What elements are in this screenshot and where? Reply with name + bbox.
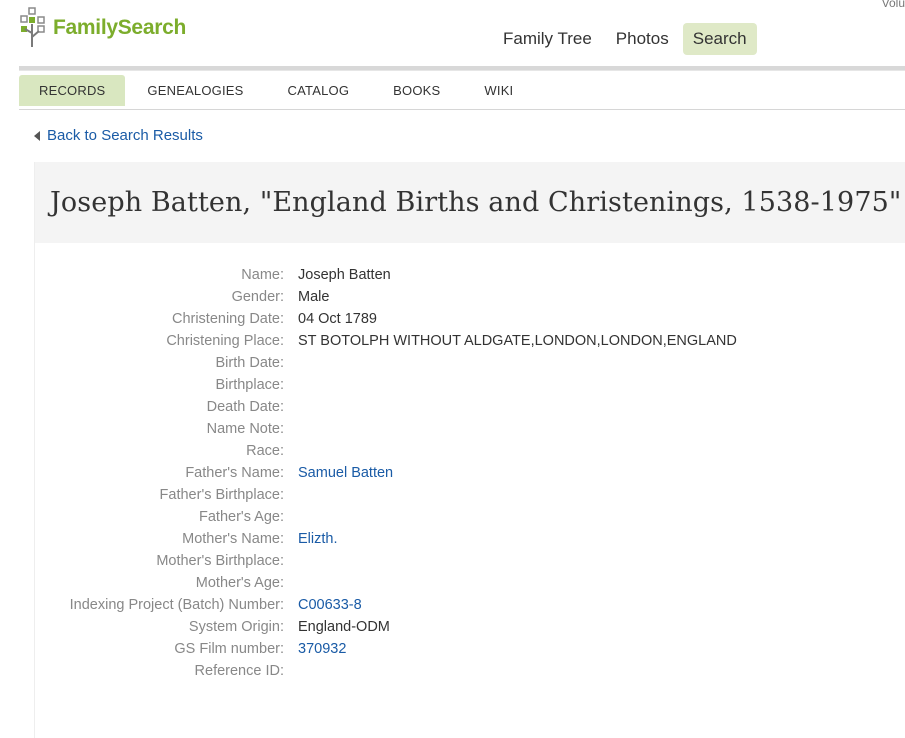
field-label: Reference ID: (194, 663, 284, 679)
back-to-search-results-link[interactable]: Back to Search Results (34, 127, 203, 144)
logo-text: FamilySearch (53, 16, 186, 39)
search-sub-nav: RECORDS GENEALOGIES CATALOG BOOKS WIKI (19, 70, 905, 110)
record-field-row: Death Date: (35, 396, 905, 418)
field-label: Father's Name: (185, 465, 284, 481)
record-field-row: Reference ID: (35, 660, 905, 682)
field-label: Name Note: (206, 421, 284, 437)
field-label: Christening Place: (166, 333, 284, 349)
field-label: Christening Date: (171, 311, 284, 327)
nav-photos[interactable]: Photos (606, 23, 679, 55)
field-label: Indexing Project (Batch) Number: (69, 597, 284, 613)
field-label: Death Date: (206, 399, 284, 415)
field-label: Mother's Name: (182, 531, 284, 547)
field-value-link[interactable]: Elizth. (298, 531, 338, 547)
field-value: Male (298, 289, 330, 305)
field-label: Mother's Age: (195, 575, 284, 591)
field-label: Race: (246, 443, 284, 459)
field-label: Mother's Birthplace: (156, 553, 284, 569)
nav-search[interactable]: Search (682, 23, 757, 55)
record-field-row: Mother's Age: (35, 572, 905, 594)
field-value-link[interactable]: Samuel Batten (298, 465, 393, 481)
tab-books[interactable]: BOOKS (371, 71, 462, 109)
field-value: 04 Oct 1789 (298, 311, 377, 327)
familysearch-logo[interactable]: FamilySearch (19, 6, 186, 50)
field-label: Birthplace: (215, 377, 284, 393)
record-field-row: System Origin: England-ODM (35, 616, 905, 638)
tab-records[interactable]: RECORDS (19, 75, 126, 106)
record-field-row: Name: Joseph Batten (35, 264, 905, 286)
record-field-row: GS Film number: 370932 (35, 638, 905, 660)
field-label: System Origin: (188, 619, 284, 635)
field-value-link[interactable]: 370932 (298, 641, 346, 657)
field-label: Name: (241, 267, 284, 283)
field-label: Father's Age: (199, 509, 284, 525)
record-field-row: Mother's Name: Elizth. (35, 528, 905, 550)
record-field-row: Gender: Male (35, 286, 905, 308)
nav-family-tree[interactable]: Family Tree (493, 23, 602, 55)
record-field-row: Father's Name: Samuel Batten (35, 462, 905, 484)
tab-genealogies[interactable]: GENEALOGIES (125, 71, 265, 109)
record-field-row: Mother's Birthplace: (35, 550, 905, 572)
record-fields: Name: Joseph Batten Gender: Male Christening… (35, 264, 905, 682)
field-label: Father's Birthplace: (159, 487, 284, 503)
field-value: England-ODM (298, 619, 390, 635)
tree-logo-icon (20, 7, 45, 47)
record-field-row: Birth Date: (35, 352, 905, 374)
record-panel: Joseph Batten, "England Births and Chris… (34, 162, 905, 738)
tab-wiki[interactable]: WIKI (462, 71, 535, 109)
record-field-row: Christening Place: ST BOTOLPH WITHOUT ALD… (35, 330, 905, 352)
record-field-row: Birthplace: (35, 374, 905, 396)
record-header: Joseph Batten, "England Births and Chris… (35, 162, 905, 243)
record-field-row: Christening Date: 04 Oct 1789 (35, 308, 905, 330)
field-label: GS Film number: (174, 641, 284, 657)
record-field-row: Race: (35, 440, 905, 462)
field-value: ST BOTOLPH WITHOUT ALDGATE,LONDON,LONDON… (298, 333, 737, 349)
field-label: Birth Date: (215, 355, 285, 371)
record-field-row: Indexing Project (Batch) Number: C00633-8 (35, 594, 905, 616)
tab-catalog[interactable]: CATALOG (266, 71, 372, 109)
field-value: Joseph Batten (298, 267, 391, 283)
main-nav: Family Tree Photos Search (493, 23, 761, 55)
record-field-row: Father's Age: (35, 506, 905, 528)
back-link-label: Back to Search Results (47, 127, 203, 144)
record-field-row: Father's Birthplace: (35, 484, 905, 506)
field-label: Gender: (231, 289, 284, 305)
record-field-row: Name Note: (35, 418, 905, 440)
record-title: Joseph Batten, "England Births and Chris… (50, 187, 902, 218)
top-right-truncated-link[interactable]: Volu (882, 0, 905, 10)
caret-left-icon (34, 130, 40, 141)
field-value-link[interactable]: C00633-8 (298, 597, 362, 613)
